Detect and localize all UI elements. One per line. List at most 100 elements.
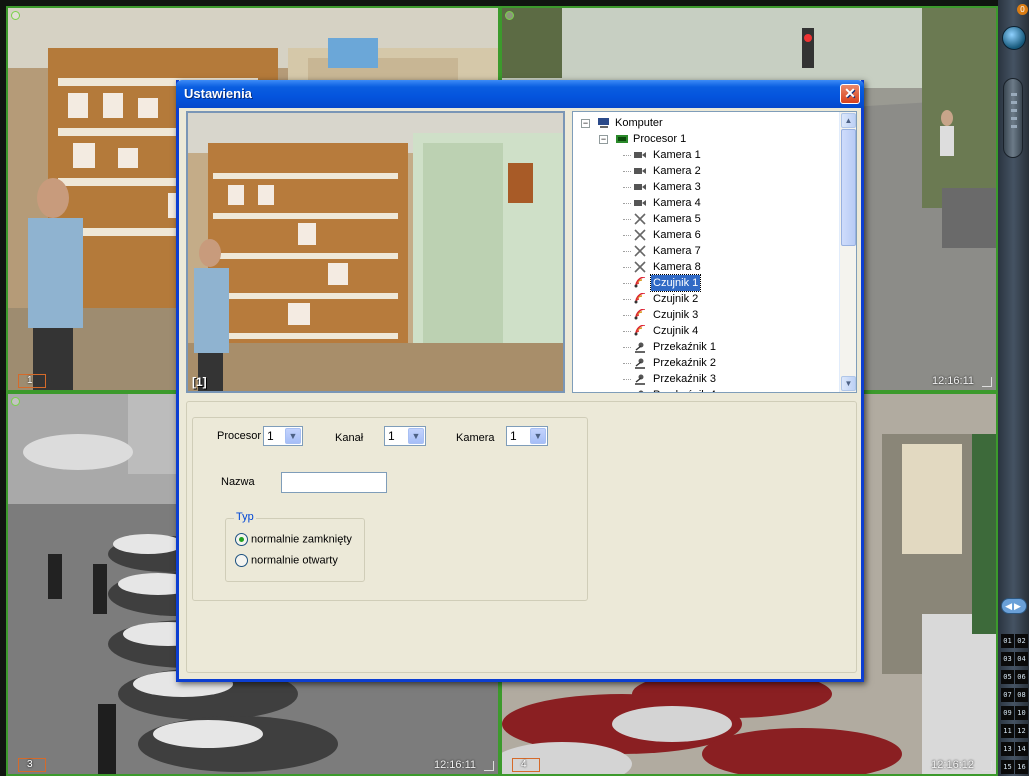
tree-label: Kamera 7 [653,245,701,257]
scroll-up-icon[interactable]: ▲ [841,113,856,128]
preview-image [188,113,563,391]
device-tree: − Komputer − Procesor 1 Kamera 1 Kamera 2 Kame… [572,111,857,393]
layout-grip[interactable] [1003,78,1023,158]
tree-label: Przekaźnik 1 [653,341,716,353]
tree-node-item[interactable]: Kamera 5 [573,211,856,227]
camera-value: 1 [510,429,517,443]
camera-select-button[interactable]: 02 [1015,634,1028,648]
camera-select-button[interactable]: 11 [1001,724,1014,738]
camera-select-button[interactable]: 06 [1015,670,1028,684]
dialog-titlebar[interactable]: Ustawienia ✕ [176,80,864,108]
camera-select-button[interactable]: 09 [1001,706,1014,720]
preview-label: [1] [192,375,207,389]
tree-node-computer[interactable]: − Komputer [573,115,856,131]
camera-select-button[interactable]: 16 [1015,760,1028,774]
tree-node-item[interactable]: Czujnik 4 [573,323,856,339]
record-indicator [505,11,514,20]
camera-select-grid: 01 0203 0405 0607 0809 1011 1213 1415 16 [1000,630,1028,774]
collapse-icon[interactable]: − [581,119,590,128]
channel-label: Kanał [335,432,364,444]
resize-corner-icon[interactable] [484,761,494,771]
scroll-down-icon[interactable]: ▼ [841,376,856,391]
processor-select[interactable]: 1 ▼ [263,426,303,446]
tree-node-item[interactable]: Przekaźnik 4 [573,387,856,392]
settings-dialog: Ustawienia ✕ [1] − Komputer − Procesor 1K [176,80,864,682]
camera-select-button[interactable]: 14 [1015,742,1028,756]
tree-label: Kamera 2 [653,165,701,177]
tree-node-item[interactable]: Czujnik 2 [573,291,856,307]
camera-select-button[interactable]: 08 [1015,688,1028,702]
tree-node-item[interactable]: Czujnik 3 [573,307,856,323]
tree-scrollbar[interactable]: ▲ ▼ [839,112,856,392]
type-group: Typ normalnie zamknięty normalnie otwart… [225,511,365,582]
camera-timestamp: 12:16:11 [433,759,476,771]
camera-select-button[interactable]: 12 [1015,724,1028,738]
radio-label: normalnie zamknięty [251,533,352,546]
surveillance-app: 1 12:16:11 3 12:16:11 4 12:16:12 0 ◀▶ 01… [0,0,1029,776]
tree-label: Kamera 4 [653,197,701,209]
dialog-title: Ustawienia [184,86,252,101]
tree-node-item[interactable]: Kamera 4 [573,195,856,211]
chevron-down-icon[interactable]: ▼ [285,428,301,444]
tree-label: Czujnik 2 [653,293,699,305]
tree-label: Przekaźnik 2 [653,357,716,369]
camera-select-button[interactable]: 04 [1015,652,1028,666]
camera-select-button[interactable]: 15 [1001,760,1014,774]
record-indicator [11,11,20,20]
camera-timestamp: 12:16:11 [931,375,974,387]
radio-normally-open[interactable]: normalnie otwarty [235,554,338,567]
tree-node-item[interactable]: Kamera 8 [573,259,856,275]
name-input[interactable] [281,472,387,493]
camera-select-button[interactable]: 05 [1001,670,1014,684]
tree-node-processor[interactable]: − Procesor 1 [573,131,856,147]
radio-label: normalnie otwarty [251,554,338,567]
camera-number: 3 [18,758,46,772]
scroll-thumb[interactable] [841,129,856,246]
channel-select[interactable]: 1 ▼ [384,426,426,446]
name-label: Nazwa [221,476,255,488]
chevron-down-icon[interactable]: ▼ [408,428,424,444]
tree-node-item[interactable]: Kamera 1 [573,147,856,163]
page-arrows-button[interactable]: ◀▶ [1001,598,1027,614]
tree-node-item[interactable]: Kamera 2 [573,163,856,179]
type-legend: Typ [234,511,256,523]
tree-node-item[interactable]: Przekaźnik 1 [573,339,856,355]
radio-selected-icon[interactable] [235,533,248,546]
camera-select-button[interactable]: 07 [1001,688,1014,702]
resize-corner-icon[interactable] [982,377,992,387]
camera-select-button[interactable]: 13 [1001,742,1014,756]
tree-node-item[interactable]: Przekaźnik 3 [573,371,856,387]
camera-number: 4 [512,758,540,772]
resize-corner-icon[interactable] [982,761,992,771]
record-indicator [11,397,20,406]
tree-node-item[interactable]: Czujnik 1 [573,274,856,292]
camera-preview: [1] [186,111,565,393]
processor-value: 1 [267,429,274,443]
radio-empty-icon[interactable] [235,554,248,567]
tree-label: Kamera 3 [653,181,701,193]
main-menu-button[interactable] [1002,26,1026,50]
camera-select-button[interactable]: 01 [1001,634,1014,648]
tree-node-item[interactable]: Kamera 7 [573,243,856,259]
tree-node-item[interactable]: Kamera 3 [573,179,856,195]
tree-label: Komputer [615,117,663,129]
notification-badge: 0 [1017,4,1028,15]
tree-node-item[interactable]: Kamera 6 [573,227,856,243]
tree-label: Czujnik 3 [653,309,699,321]
camera-number: 1 [18,374,46,388]
tree-node-item[interactable]: Przekaźnik 2 [573,355,856,371]
tree-label: Kamera 8 [653,261,701,273]
tree-label: Czujnik 4 [653,325,699,337]
tree-label: Kamera 1 [653,149,701,161]
processor-icon [616,135,628,143]
chevron-down-icon[interactable]: ▼ [530,428,546,444]
camera-select-button[interactable]: 03 [1001,652,1014,666]
tree-label: Kamera 5 [653,213,701,225]
tree-label: Czujnik 1 [649,274,702,292]
processor-label: Procesor [217,430,262,442]
camera-select-button[interactable]: 10 [1015,706,1028,720]
radio-normally-closed[interactable]: normalnie zamknięty [235,533,352,546]
collapse-icon[interactable]: − [599,135,608,144]
camera-select[interactable]: 1 ▼ [506,426,548,446]
close-button[interactable]: ✕ [840,84,860,104]
